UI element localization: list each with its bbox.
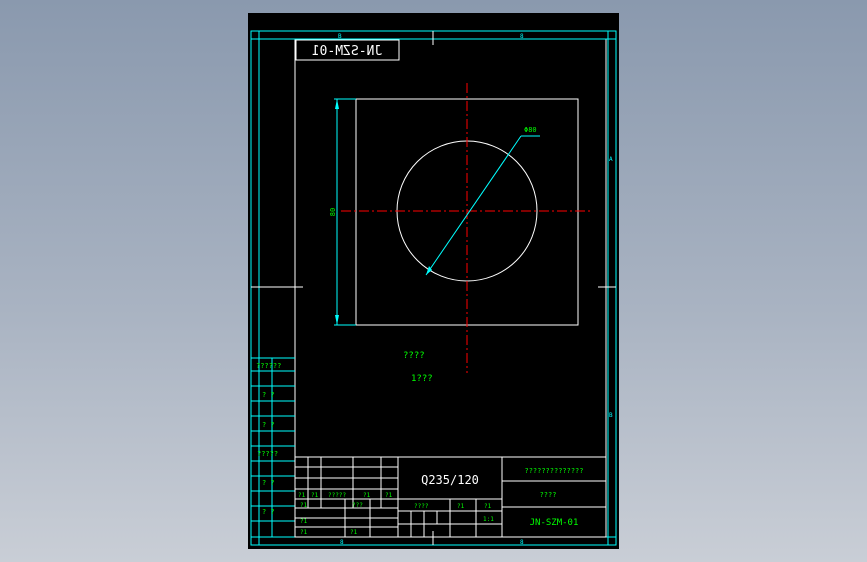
height-arrow-bottom — [335, 315, 339, 325]
cad-viewport[interactable]: JN-SZM-01 Φ80 80 ???? 1??? ?????? ? ? ? … — [248, 13, 619, 549]
zone-label-right-b: B — [609, 412, 613, 419]
side-label-4: ????? — [257, 450, 278, 458]
part-name: ???? — [540, 491, 557, 499]
title-row-a-2: ??? — [352, 502, 363, 509]
zone-label-top-left: B — [338, 33, 342, 40]
title-scale-label: 1:1 — [483, 516, 494, 523]
title-row-a-1: ?1 — [300, 502, 308, 509]
title-row-b-1: ?1 — [300, 518, 308, 525]
inner-border — [294, 38, 607, 538]
drawing-number: JN-SZM-01 — [530, 518, 579, 528]
company-name: ?????????????? — [524, 467, 583, 475]
material-label: Q235/120 — [421, 473, 479, 487]
title-header-cell-2: ?1 — [311, 492, 319, 499]
note-line-2: 1??? — [411, 374, 433, 384]
title-header-cell-4: ?1 — [363, 492, 371, 499]
note-line-1: ???? — [403, 351, 425, 361]
title-row-c-2: ?1 — [350, 529, 358, 536]
diameter-label: Φ80 — [524, 126, 537, 134]
zone-label-top-right: 8 — [520, 33, 524, 40]
zone-label-bottom-left: 8 — [340, 539, 344, 546]
side-label-1: ?????? — [256, 362, 281, 370]
height-label: 80 — [329, 208, 337, 216]
title-header-cell-3: ????? — [328, 492, 346, 499]
side-label-5: ? ? — [262, 479, 275, 487]
side-label-3: ? ? — [262, 421, 275, 429]
zone-label-right-a: A — [609, 156, 613, 163]
mirrored-drawing-number: JN-SZM-01 — [312, 44, 382, 59]
zone-label-bottom-right: 8 — [520, 539, 524, 546]
title-header-cell-1: ?1 — [298, 492, 306, 499]
title-mid-label-3: ?1 — [484, 503, 492, 510]
title-mid-label-1: ???? — [414, 503, 429, 510]
title-mid-label-2: ?1 — [457, 503, 465, 510]
side-label-2: ? ? — [262, 391, 275, 399]
title-row-c-1: ?1 — [300, 529, 308, 536]
side-label-6: ? ? — [262, 508, 275, 516]
title-header-cell-5: ?1 — [385, 492, 393, 499]
cad-drawing: JN-SZM-01 Φ80 80 ???? 1??? ?????? ? ? ? … — [250, 30, 617, 546]
diameter-leader — [425, 135, 522, 276]
height-arrow-top — [335, 99, 339, 109]
